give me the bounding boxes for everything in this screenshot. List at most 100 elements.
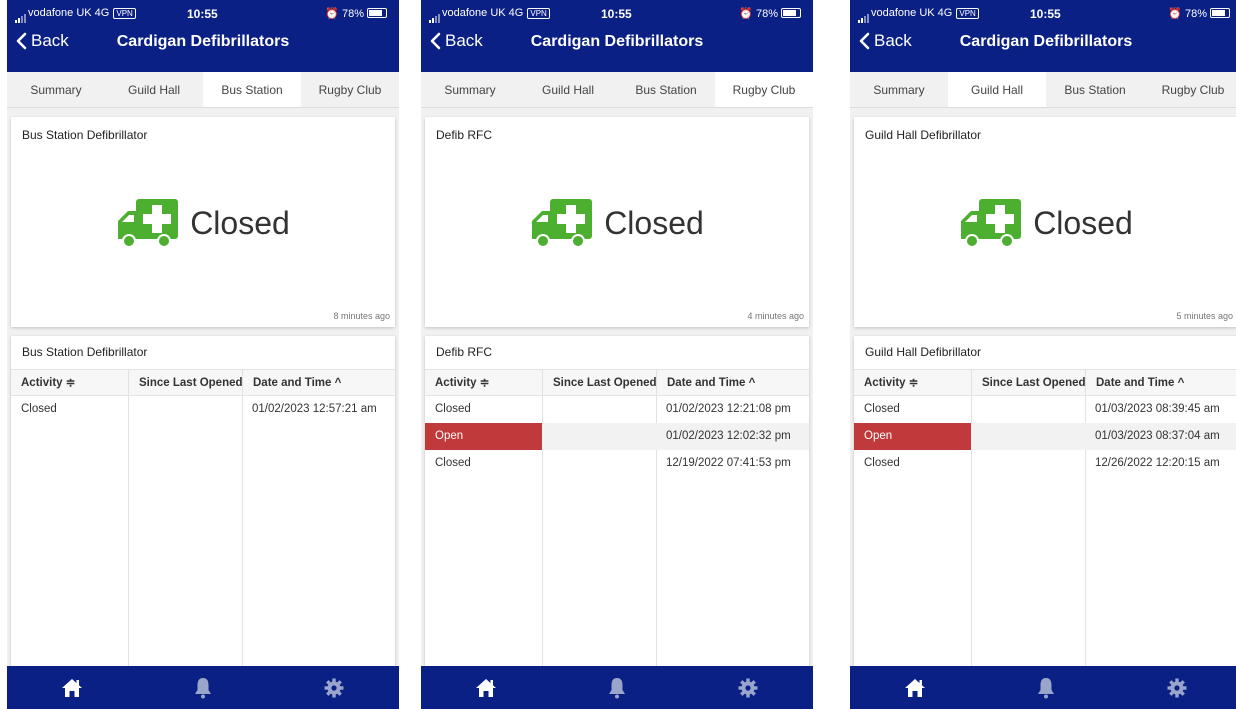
- column-header-since-last-opened[interactable]: Since Last Opened: [971, 370, 1085, 396]
- battery-icon: [1210, 8, 1230, 18]
- phone-screen-rugby-club: vodafone UK 4G VPN 10:55 ⏰ 78% Back Cardi…: [421, 0, 813, 709]
- column-header-since-last-opened[interactable]: Since Last Opened: [542, 370, 656, 396]
- activity-cell: Open: [854, 423, 971, 450]
- status-bar: vodafone UK 4G VPN 10:55 ⏰ 78%: [421, 7, 813, 23]
- activity-cell: Closed: [864, 403, 900, 415]
- tab-guild-hall[interactable]: Guild Hall: [519, 72, 617, 107]
- bottom-nav: [850, 666, 1236, 709]
- tab-summary[interactable]: Summary: [850, 72, 948, 107]
- table-title: Defib RFC: [436, 345, 493, 359]
- battery-icon: [367, 8, 387, 18]
- notifications-button[interactable]: [138, 666, 269, 709]
- table-row[interactable]: Open 01/03/2023 08:37:04 am: [854, 423, 1236, 450]
- vpn-badge: VPN: [113, 8, 136, 19]
- gear-icon: [738, 678, 758, 697]
- activity-table-card: Defib RFC Activity ≑ Since Last Opened D…: [425, 336, 809, 668]
- date-time-cell: 01/02/2023 12:57:21 am: [252, 403, 377, 415]
- settings-button[interactable]: [682, 666, 813, 709]
- back-button[interactable]: Back: [858, 31, 912, 51]
- status-bar: vodafone UK 4G VPN 10:55 ⏰ 78%: [7, 7, 399, 23]
- phone-screen-bus-station: vodafone UK 4G VPN 10:55 ⏰ 78% Back Cardi…: [7, 0, 399, 709]
- ambulance-icon: [961, 199, 1022, 248]
- bell-icon: [609, 677, 625, 698]
- card-title: Guild Hall Defibrillator: [865, 128, 982, 142]
- tab-bus-station[interactable]: Bus Station: [617, 72, 715, 107]
- tab-bus-station[interactable]: Bus Station: [1046, 72, 1144, 107]
- home-icon: [476, 678, 497, 697]
- table-row[interactable]: Closed 01/03/2023 08:39:45 am: [854, 396, 1236, 423]
- battery-icon: [781, 8, 801, 18]
- table-row[interactable]: Closed 12/19/2022 07:41:53 pm: [425, 450, 809, 477]
- home-icon: [62, 678, 83, 697]
- battery-percent: 78%: [341, 8, 364, 20]
- nav-bar: Back Cardigan Defibrillators: [7, 31, 399, 57]
- tab-guild-hall[interactable]: Guild Hall: [948, 72, 1046, 107]
- settings-button[interactable]: [268, 666, 399, 709]
- notifications-button[interactable]: [981, 666, 1112, 709]
- battery-percent: 78%: [755, 8, 778, 20]
- gear-icon: [324, 678, 344, 697]
- tab-summary[interactable]: Summary: [421, 72, 519, 107]
- column-header-activity[interactable]: Activity ≑: [11, 370, 128, 396]
- tab-guild-hall[interactable]: Guild Hall: [105, 72, 203, 107]
- app-header: vodafone UK 4G VPN 10:55 ⏰ 78% Back Cardi…: [421, 0, 813, 72]
- status-card: Bus Station Defibrillator Closed 8 minut…: [11, 117, 395, 327]
- home-button[interactable]: [7, 666, 138, 709]
- column-header-date-time[interactable]: Date and Time ^: [1085, 370, 1236, 396]
- battery-percent: 78%: [1184, 8, 1207, 20]
- since-last-opened-cell: [542, 396, 656, 423]
- tab-rugby-club[interactable]: Rugby Club: [301, 72, 399, 107]
- activity-table-card: Bus Station Defibrillator Activity ≑ Sin…: [11, 336, 395, 668]
- back-button[interactable]: Back: [15, 31, 69, 51]
- column-header-activity[interactable]: Activity ≑: [425, 370, 542, 396]
- activity-cell: Closed: [435, 403, 471, 415]
- app-header: vodafone UK 4G VPN 10:55 ⏰ 78% Back Cardi…: [7, 0, 399, 72]
- column-header-since-last-opened[interactable]: Since Last Opened: [128, 370, 242, 396]
- nav-bar: Back Cardigan Defibrillators: [850, 31, 1236, 57]
- ambulance-icon: [118, 199, 179, 248]
- home-button[interactable]: [850, 666, 981, 709]
- tab-rugby-club[interactable]: Rugby Club: [1144, 72, 1236, 107]
- settings-button[interactable]: [1111, 666, 1236, 709]
- signal-icon: [15, 11, 27, 23]
- carrier-name: vodafone UK: [442, 7, 506, 19]
- status-time: 10:55: [601, 7, 632, 21]
- back-label: Back: [874, 31, 912, 50]
- status-label: Closed: [604, 204, 704, 241]
- status-label: Closed: [190, 204, 290, 241]
- table-row[interactable]: Closed 01/02/2023 12:57:21 am: [11, 396, 395, 423]
- notifications-button[interactable]: [552, 666, 683, 709]
- table-body: Closed 01/03/2023 08:39:45 am Open 01/03/20…: [854, 396, 1236, 668]
- gear-icon: [1167, 678, 1187, 697]
- network-type: 4G: [937, 7, 953, 19]
- since-last-opened-cell: [542, 450, 656, 477]
- date-time-cell: 12/19/2022 07:41:53 pm: [666, 457, 791, 469]
- column-header-date-time[interactable]: Date and Time ^: [242, 370, 395, 396]
- table-title: Bus Station Defibrillator: [22, 345, 148, 359]
- table-header: Activity ≑ Since Last Opened Date and Ti…: [854, 369, 1236, 396]
- card-title: Bus Station Defibrillator: [22, 128, 148, 142]
- column-header-date-time[interactable]: Date and Time ^: [656, 370, 809, 396]
- home-button[interactable]: [421, 666, 552, 709]
- table-row[interactable]: Closed 12/26/2022 12:20:15 am: [854, 450, 1236, 477]
- table-row[interactable]: Open 01/02/2023 12:02:32 pm: [425, 423, 809, 450]
- column-header-activity[interactable]: Activity ≑: [854, 370, 971, 396]
- phone-screen-guild-hall: vodafone UK 4G VPN 10:55 ⏰ 78% Back Cardi…: [850, 0, 1236, 709]
- activity-table-card: Guild Hall Defibrillator Activity ≑ Sinc…: [854, 336, 1236, 668]
- tab-bar: Summary Guild Hall Bus Station Rugby Clu…: [421, 72, 813, 108]
- table-row[interactable]: Closed 01/02/2023 12:21:08 pm: [425, 396, 809, 423]
- signal-icon: [858, 11, 870, 23]
- since-last-opened-cell: [542, 423, 656, 450]
- tab-summary[interactable]: Summary: [7, 72, 105, 107]
- chevron-left-icon: [859, 32, 870, 50]
- vpn-badge: VPN: [956, 8, 979, 19]
- status-bar: vodafone UK 4G VPN 10:55 ⏰ 78%: [850, 7, 1236, 23]
- bottom-nav: [7, 666, 399, 709]
- last-updated: 8 minutes ago: [333, 311, 390, 321]
- back-button[interactable]: Back: [429, 31, 483, 51]
- tab-rugby-club[interactable]: Rugby Club: [715, 72, 813, 107]
- network-type: 4G: [508, 7, 524, 19]
- date-time-cell: 01/03/2023 08:39:45 am: [1095, 403, 1220, 415]
- tab-bus-station[interactable]: Bus Station: [203, 72, 301, 107]
- date-time-cell: 12/26/2022 12:20:15 am: [1095, 457, 1220, 469]
